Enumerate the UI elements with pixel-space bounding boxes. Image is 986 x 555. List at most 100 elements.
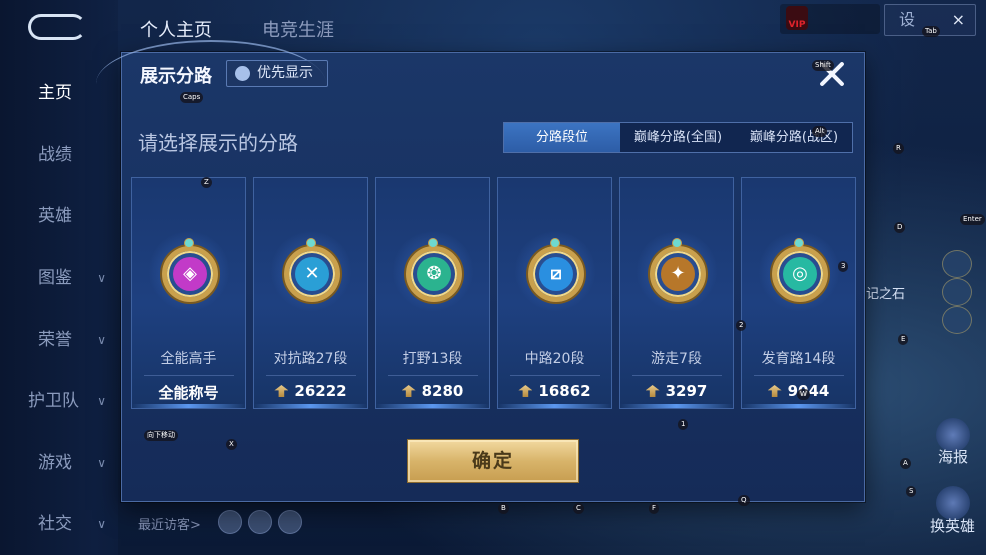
close-icon[interactable]: × [952, 5, 965, 35]
key-hint-badge: 向下移动 [144, 430, 178, 441]
divider [144, 375, 234, 376]
tab-peak-region[interactable]: 巅峰分路(战区) [736, 123, 852, 152]
key-hint-badge: Z [201, 177, 212, 188]
lane-cards: ◈ 全能高手全能称号 ✕ 对抗路27段 26222 ❂ 打野13段 8280 ⧄ 中路20段 168… [131, 177, 856, 409]
dialog-subtitle: 请选择展示的分路 [138, 131, 298, 155]
emblem-gem [550, 238, 560, 248]
emblem-gem [672, 238, 682, 248]
side-label-stone: 记之石 [866, 287, 906, 302]
nav-item-gallery[interactable]: 图鉴 ∨ [0, 263, 118, 293]
key-hint-badge: Shift [812, 60, 834, 71]
lane-name: 发育路14段 [761, 351, 836, 367]
avatar[interactable] [278, 510, 302, 534]
key-hint-badge: R [893, 143, 904, 154]
emblem-glyph: ✕ [304, 263, 320, 284]
emblem-gem [794, 238, 804, 248]
key-hint-badge: Q [738, 495, 750, 506]
lane-points: 26222 [254, 382, 367, 400]
gear-icon [235, 66, 250, 81]
card-glow [742, 404, 855, 408]
vip-icon: VIP [786, 6, 808, 30]
side-icon[interactable] [942, 278, 972, 306]
card-glow [498, 404, 611, 408]
tab-lane-rank[interactable]: 分路段位 [504, 123, 620, 152]
key-hint-badge: X [226, 439, 237, 450]
lane-card[interactable]: ⧄ 中路20段 16862 [497, 177, 612, 409]
points-icon [274, 385, 289, 397]
points-icon [518, 385, 533, 397]
emblem-glyph: ⧄ [550, 263, 562, 284]
nav-item-heroes[interactable]: 英雄 [0, 201, 118, 231]
lane-points: 8280 [376, 382, 489, 400]
nav-item-social[interactable]: 社交 ∨ [0, 509, 118, 539]
swap-hero-label[interactable]: 换英雄 [930, 515, 975, 536]
avatar[interactable] [248, 510, 272, 534]
lane-points: 16862 [498, 382, 611, 400]
emblem-glyph: ◎ [792, 263, 808, 284]
divider [388, 375, 478, 376]
emblem-gem [184, 238, 194, 248]
key-hint-badge: Alt [812, 126, 828, 137]
lane-type-tabs: 分路段位 巅峰分路(全国) 巅峰分路(战区) [503, 122, 853, 153]
nav-item-honor[interactable]: 荣誉 ∨ [0, 325, 118, 355]
dialog-title: 展示分路 [140, 66, 212, 87]
key-hint-badge: Tab [922, 26, 940, 37]
card-glow [376, 404, 489, 408]
key-hint-badge: B [498, 503, 509, 514]
lane-card[interactable]: ✕ 对抗路27段 26222 [253, 177, 368, 409]
target-square-icon: ◎ [772, 246, 828, 302]
tab-personal-home[interactable]: 个人主页 [140, 16, 212, 42]
lane-card[interactable]: ✦ 游走7段 3297 [619, 177, 734, 409]
avatar[interactable] [218, 510, 242, 534]
chevron-down-icon: ∨ [97, 394, 106, 408]
lane-name: 打野13段 [402, 351, 463, 367]
lane-card[interactable]: ❂ 打野13段 8280 [375, 177, 490, 409]
lane-points: 3297 [620, 382, 733, 400]
emblem-gem [306, 238, 316, 248]
lane-name: 中路20段 [524, 351, 585, 367]
side-icon[interactable] [942, 250, 972, 278]
poster-label[interactable]: 海报 [938, 446, 968, 467]
key-hint-badge: Caps [180, 92, 204, 103]
points-icon [767, 385, 782, 397]
key-hint-badge: A [900, 458, 911, 469]
emblem-gem [428, 238, 438, 248]
nav-item-record[interactable]: 战绩 [0, 140, 118, 170]
recent-visitors-link[interactable]: 最近访客> [138, 514, 201, 533]
back-button[interactable] [28, 14, 86, 40]
card-glow [254, 404, 367, 408]
lane-card[interactable]: ◎发育路14段9044 [741, 177, 856, 409]
lane-points: 全能称号 [158, 384, 219, 402]
confirm-button[interactable]: 确定 [407, 439, 579, 483]
key-hint-badge: Enter [960, 214, 985, 225]
card-glow [132, 404, 245, 408]
points-icon [645, 385, 660, 397]
wings-icon: ✦ [650, 246, 706, 302]
lane-name: 对抗路27段 [273, 351, 348, 367]
divider [632, 375, 722, 376]
divider [510, 375, 600, 376]
emblem-glyph: ✦ [670, 263, 686, 284]
tab-esports-career[interactable]: 电竞生涯 [262, 16, 334, 42]
points-icon [401, 385, 416, 397]
chevron-down-icon: ∨ [97, 456, 106, 470]
key-hint-badge: C [573, 503, 584, 514]
chevron-down-icon: ∨ [97, 333, 106, 347]
divider [754, 375, 844, 376]
key-hint-badge: F [649, 503, 660, 514]
card-glow [620, 404, 733, 408]
side-icon[interactable] [942, 306, 972, 334]
nav-item-game[interactable]: 游戏 ∨ [0, 448, 118, 478]
emblem-glyph: ❂ [426, 263, 442, 284]
key-hint-badge: W [797, 389, 810, 400]
dragon-claw-icon: ❂ [406, 246, 462, 302]
nav-item-guard[interactable]: 护卫队 ∨ [0, 386, 118, 416]
slash-square-icon: ⧄ [528, 246, 584, 302]
lane-card[interactable]: ◈ 全能高手全能称号 [131, 177, 246, 409]
priority-display-button[interactable]: 优先显示 [226, 60, 328, 87]
chevron-down-icon: ∨ [97, 271, 106, 285]
tab-peak-national[interactable]: 巅峰分路(全国) [620, 123, 736, 152]
divider [266, 375, 356, 376]
lane-name: 全能高手 [160, 351, 217, 367]
emblem-glyph: ◈ [183, 263, 197, 284]
